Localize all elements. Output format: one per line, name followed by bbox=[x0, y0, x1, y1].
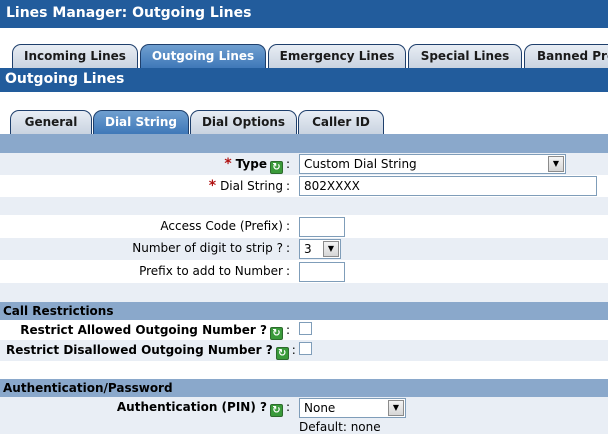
restrict-disallowed-checkbox[interactable] bbox=[299, 342, 312, 355]
spacer-row bbox=[0, 361, 608, 379]
digits-strip-value: 3 bbox=[304, 242, 312, 256]
prefix-add-label: Prefix to add to Number: bbox=[139, 264, 290, 278]
restrict-disallowed-label: Restrict Disallowed Outgoing Number ? ↻: bbox=[6, 343, 296, 360]
required-marker: * bbox=[208, 178, 217, 194]
tab-emergency-lines[interactable]: Emergency Lines bbox=[268, 44, 406, 68]
required-marker: * bbox=[224, 156, 232, 172]
main-tabstrip: Incoming Lines Outgoing Lines Emergency … bbox=[0, 28, 608, 68]
restrict-allowed-checkbox[interactable] bbox=[299, 322, 312, 335]
access-code-row: Access Code (Prefix): bbox=[0, 215, 608, 238]
authentication-pin-row: Authentication (PIN) ? ↻: None ▼ Default:… bbox=[0, 397, 608, 434]
chevron-down-icon[interactable]: ▼ bbox=[323, 241, 339, 257]
access-code-label: Access Code (Prefix): bbox=[160, 219, 290, 233]
help-icon[interactable]: ↻ bbox=[275, 347, 289, 360]
restrict-allowed-row: Restrict Allowed Outgoing Number ? ↻: bbox=[0, 320, 608, 340]
dial-string-input[interactable]: 802XXXX bbox=[299, 176, 597, 196]
dial-string-label: * Dial String: bbox=[208, 178, 290, 194]
restrict-disallowed-row: Restrict Disallowed Outgoing Number ? ↻: bbox=[0, 340, 608, 361]
access-code-input[interactable] bbox=[299, 217, 345, 237]
help-icon[interactable]: ↻ bbox=[269, 161, 283, 174]
tab-banned-prefix[interactable]: Banned Pre bbox=[524, 44, 608, 68]
type-row: * Type ↻: Custom Dial String ▼ bbox=[0, 153, 608, 175]
authentication-pin-select[interactable]: None ▼ bbox=[299, 398, 406, 418]
chevron-down-icon[interactable]: ▼ bbox=[548, 156, 564, 172]
authentication-default-text: Default: none bbox=[299, 420, 381, 434]
subtab-dial-string[interactable]: Dial String bbox=[93, 110, 189, 134]
subtab-caller-id[interactable]: Caller ID bbox=[298, 110, 384, 134]
call-restrictions-header: Call Restrictions bbox=[0, 302, 608, 320]
type-select[interactable]: Custom Dial String ▼ bbox=[299, 154, 566, 174]
spacer-row bbox=[0, 283, 608, 302]
digits-strip-row: Number of digit to strip ?: 3 ▼ bbox=[0, 238, 608, 260]
sub-tabstrip: General Dial String Dial Options Caller … bbox=[0, 92, 608, 134]
subtab-general[interactable]: General bbox=[10, 110, 92, 134]
subtab-dial-options[interactable]: Dial Options bbox=[190, 110, 297, 134]
help-icon[interactable]: ↻ bbox=[269, 327, 283, 340]
digits-strip-label: Number of digit to strip ?: bbox=[132, 241, 290, 255]
prefix-add-input[interactable] bbox=[299, 262, 345, 282]
authentication-pin-label: Authentication (PIN) ? ↻: bbox=[116, 400, 290, 417]
prefix-add-row: Prefix to add to Number: bbox=[0, 260, 608, 283]
spacer-row bbox=[0, 197, 608, 215]
section-title: Outgoing Lines bbox=[0, 68, 608, 92]
type-label: * Type ↻: bbox=[224, 156, 290, 174]
digits-strip-select[interactable]: 3 ▼ bbox=[299, 239, 341, 259]
dial-string-row: * Dial String: 802XXXX bbox=[0, 175, 608, 197]
form-top-band bbox=[0, 134, 608, 153]
tab-incoming-lines[interactable]: Incoming Lines bbox=[12, 44, 138, 68]
restrict-allowed-label: Restrict Allowed Outgoing Number ? ↻: bbox=[20, 323, 290, 340]
tab-special-lines[interactable]: Special Lines bbox=[408, 44, 522, 68]
window-title: Lines Manager: Outgoing Lines bbox=[0, 0, 608, 28]
help-icon[interactable]: ↻ bbox=[269, 404, 283, 417]
tab-outgoing-lines[interactable]: Outgoing Lines bbox=[140, 44, 266, 68]
chevron-down-icon[interactable]: ▼ bbox=[388, 400, 404, 416]
authentication-pin-value: None bbox=[304, 401, 336, 415]
authentication-header: Authentication/Password bbox=[0, 379, 608, 397]
type-select-value: Custom Dial String bbox=[304, 157, 417, 171]
